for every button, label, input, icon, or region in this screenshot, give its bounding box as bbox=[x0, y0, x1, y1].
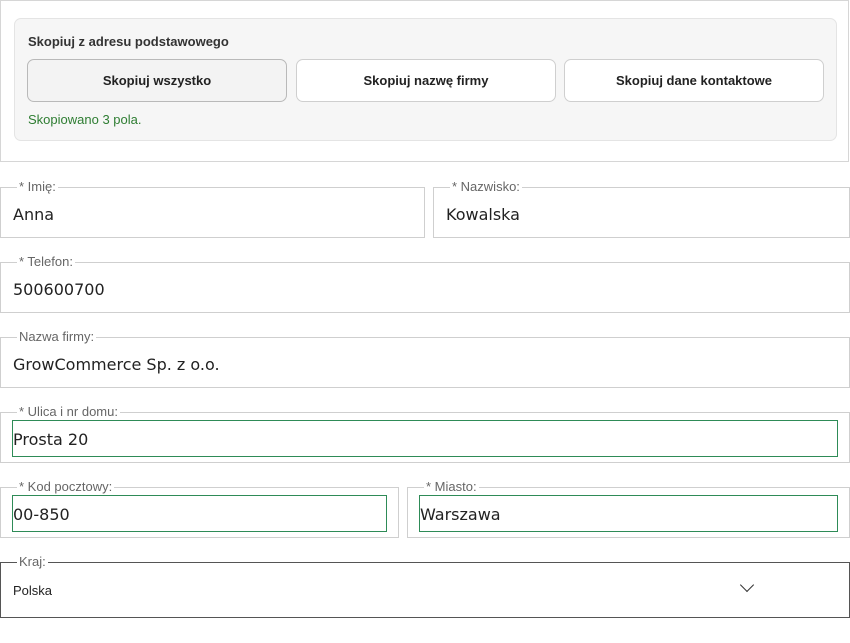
country-label: Kraj: bbox=[17, 554, 48, 569]
copy-all-button[interactable]: Skopiuj wszystko bbox=[27, 59, 287, 102]
street-value[interactable]: Prosta 20 bbox=[13, 430, 88, 449]
copy-contact-details-button[interactable]: Skopiuj dane kontaktowe bbox=[564, 59, 824, 102]
chevron-down-icon[interactable] bbox=[739, 577, 755, 593]
phone-label: * Telefon: bbox=[17, 254, 75, 269]
first-name-field[interactable]: * Imię: Anna bbox=[0, 180, 425, 238]
copy-status-message: Skopiowano 3 pola. bbox=[28, 112, 142, 127]
last-name-field[interactable]: * Nazwisko: Kowalska bbox=[433, 180, 850, 238]
city-input[interactable]: Warszawa bbox=[419, 495, 838, 532]
company-name-value[interactable]: GrowCommerce Sp. z o.o. bbox=[13, 355, 220, 374]
city-label: * Miasto: bbox=[424, 479, 479, 494]
company-name-label: Nazwa firmy: bbox=[17, 329, 97, 344]
postal-code-value[interactable]: 00-850 bbox=[13, 505, 70, 524]
city-field[interactable]: * Miasto: Warszawa bbox=[407, 480, 850, 538]
phone-value[interactable]: 500600700 bbox=[13, 280, 105, 299]
postal-code-field[interactable]: * Kod pocztowy: 00-850 bbox=[0, 480, 399, 538]
postal-code-label: * Kod pocztowy: bbox=[17, 479, 115, 494]
first-name-label: * Imię: bbox=[17, 179, 58, 194]
phone-field[interactable]: * Telefon: 500600700 bbox=[0, 255, 850, 313]
street-input[interactable]: Prosta 20 bbox=[12, 420, 838, 457]
last-name-value[interactable]: Kowalska bbox=[446, 205, 520, 224]
street-field[interactable]: * Ulica i nr domu: Prosta 20 bbox=[0, 405, 850, 463]
company-name-field[interactable]: Nazwa firmy: GrowCommerce Sp. z o.o. bbox=[0, 330, 850, 388]
first-name-value[interactable]: Anna bbox=[13, 205, 54, 224]
country-select[interactable]: Kraj: Polska bbox=[0, 555, 850, 618]
copy-section: Skopiuj z adresu podstawowego Skopiuj ws… bbox=[0, 0, 849, 162]
copy-from-primary-panel: Skopiuj z adresu podstawowego Skopiuj ws… bbox=[14, 18, 837, 141]
copy-panel-title: Skopiuj z adresu podstawowego bbox=[28, 34, 229, 49]
street-label: * Ulica i nr domu: bbox=[17, 404, 120, 419]
last-name-label: * Nazwisko: bbox=[450, 179, 522, 194]
country-value[interactable]: Polska bbox=[13, 583, 52, 598]
copy-company-name-button[interactable]: Skopiuj nazwę firmy bbox=[296, 59, 556, 102]
postal-code-input[interactable]: 00-850 bbox=[12, 495, 387, 532]
city-value[interactable]: Warszawa bbox=[420, 505, 501, 524]
